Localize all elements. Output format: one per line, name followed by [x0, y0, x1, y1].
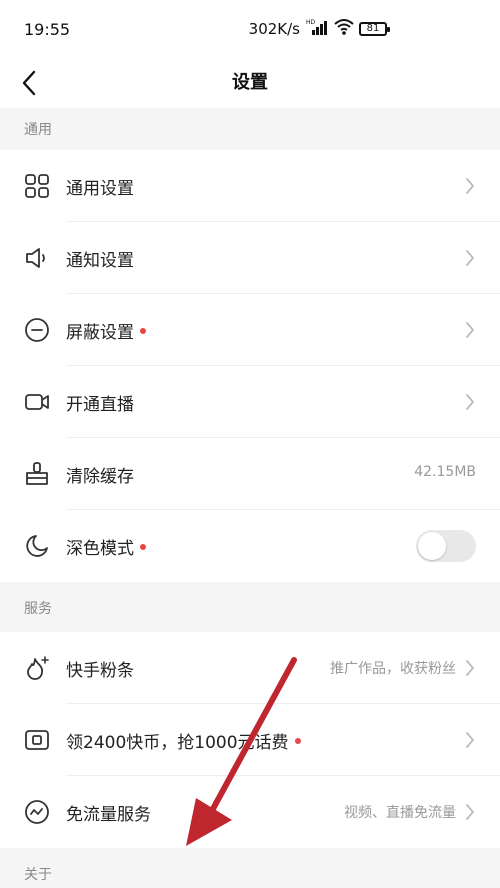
speaker-icon	[26, 248, 45, 268]
row-label-text: 屏蔽设置	[66, 323, 134, 343]
red-dot-badge	[140, 544, 146, 550]
broom-icon	[26, 462, 48, 485]
red-dot-badge	[294, 738, 301, 744]
video-camera-icon	[25, 394, 49, 410]
settings-row-notification[interactable]: 通知设置	[0, 222, 500, 294]
settings-row-clear-cache[interactable]: 清除缓存 42.15MB	[0, 438, 500, 510]
settings-row-block[interactable]: 屏蔽设置	[0, 294, 500, 366]
row-label: 深色模式	[66, 534, 146, 559]
chevron-right-icon	[466, 178, 475, 194]
section-header-general: 通用	[0, 108, 500, 150]
row-label-text: 深色模式	[66, 539, 134, 559]
coin-card-icon	[25, 730, 49, 750]
section-header-label: 服务	[24, 601, 52, 617]
row-label-text: 领2400快币，抢1000元话费	[66, 733, 289, 753]
row-label: 清除缓存	[66, 467, 134, 487]
battery-icon: 81	[359, 22, 390, 36]
chevron-right-icon	[466, 732, 475, 748]
chevron-right-icon	[466, 660, 475, 676]
section-header-service: 服务	[0, 582, 500, 632]
page-title: 设置	[232, 72, 268, 93]
settings-row-coin-promo[interactable]: 领2400快币，抢1000元话费	[0, 704, 500, 776]
cache-size: 42.15MB	[414, 464, 476, 480]
chevron-right-icon	[466, 804, 475, 820]
grid-icon	[25, 174, 49, 198]
row-label: 领2400快币，抢1000元话费	[66, 728, 301, 753]
row-label: 屏蔽设置	[66, 318, 146, 343]
chevron-right-icon	[466, 250, 475, 266]
toggle-knob	[418, 532, 446, 560]
nav-bar: 设置	[0, 58, 500, 109]
row-label: 免流量服务	[66, 805, 151, 825]
settings-row-live[interactable]: 开通直播	[0, 366, 500, 438]
settings-row-free-data[interactable]: 免流量服务 视频、直播免流量	[0, 776, 500, 848]
chevron-right-icon	[466, 322, 475, 338]
settings-row-fans-boost[interactable]: 快手粉条 推广作品，收获粉丝	[0, 632, 500, 704]
settings-row-general[interactable]: 通用设置	[0, 150, 500, 222]
chevron-right-icon	[466, 394, 475, 410]
wifi-icon	[334, 19, 354, 35]
row-value: 推广作品，收获粉丝	[330, 661, 456, 677]
row-label: 通用设置	[66, 179, 134, 199]
wave-circle-icon	[25, 800, 49, 824]
flame-plus-icon	[27, 656, 49, 680]
settings-row-dark-mode: 深色模式	[0, 510, 500, 582]
red-dot-badge	[140, 328, 146, 334]
section-header-label: 关于	[24, 867, 52, 883]
dark-mode-toggle[interactable]	[416, 530, 476, 562]
signal-icon: HD	[306, 19, 327, 35]
section-header-about: 关于	[0, 848, 500, 888]
status-time: 19:55	[24, 20, 71, 39]
row-value: 视频、直播免流量	[344, 805, 456, 821]
svg-text:HD: HD	[306, 19, 316, 26]
section-header-label: 通用	[24, 122, 52, 138]
net-speed: 302K/s	[248, 20, 300, 38]
row-label: 通知设置	[66, 251, 134, 271]
status-bar: 19:55 302K/s HD 81	[0, 0, 500, 58]
row-label: 开通直播	[66, 395, 134, 415]
moon-icon	[26, 535, 48, 557]
minus-circle-icon	[25, 318, 49, 342]
row-label: 快手粉条	[66, 661, 134, 681]
battery-level: 81	[366, 23, 380, 34]
